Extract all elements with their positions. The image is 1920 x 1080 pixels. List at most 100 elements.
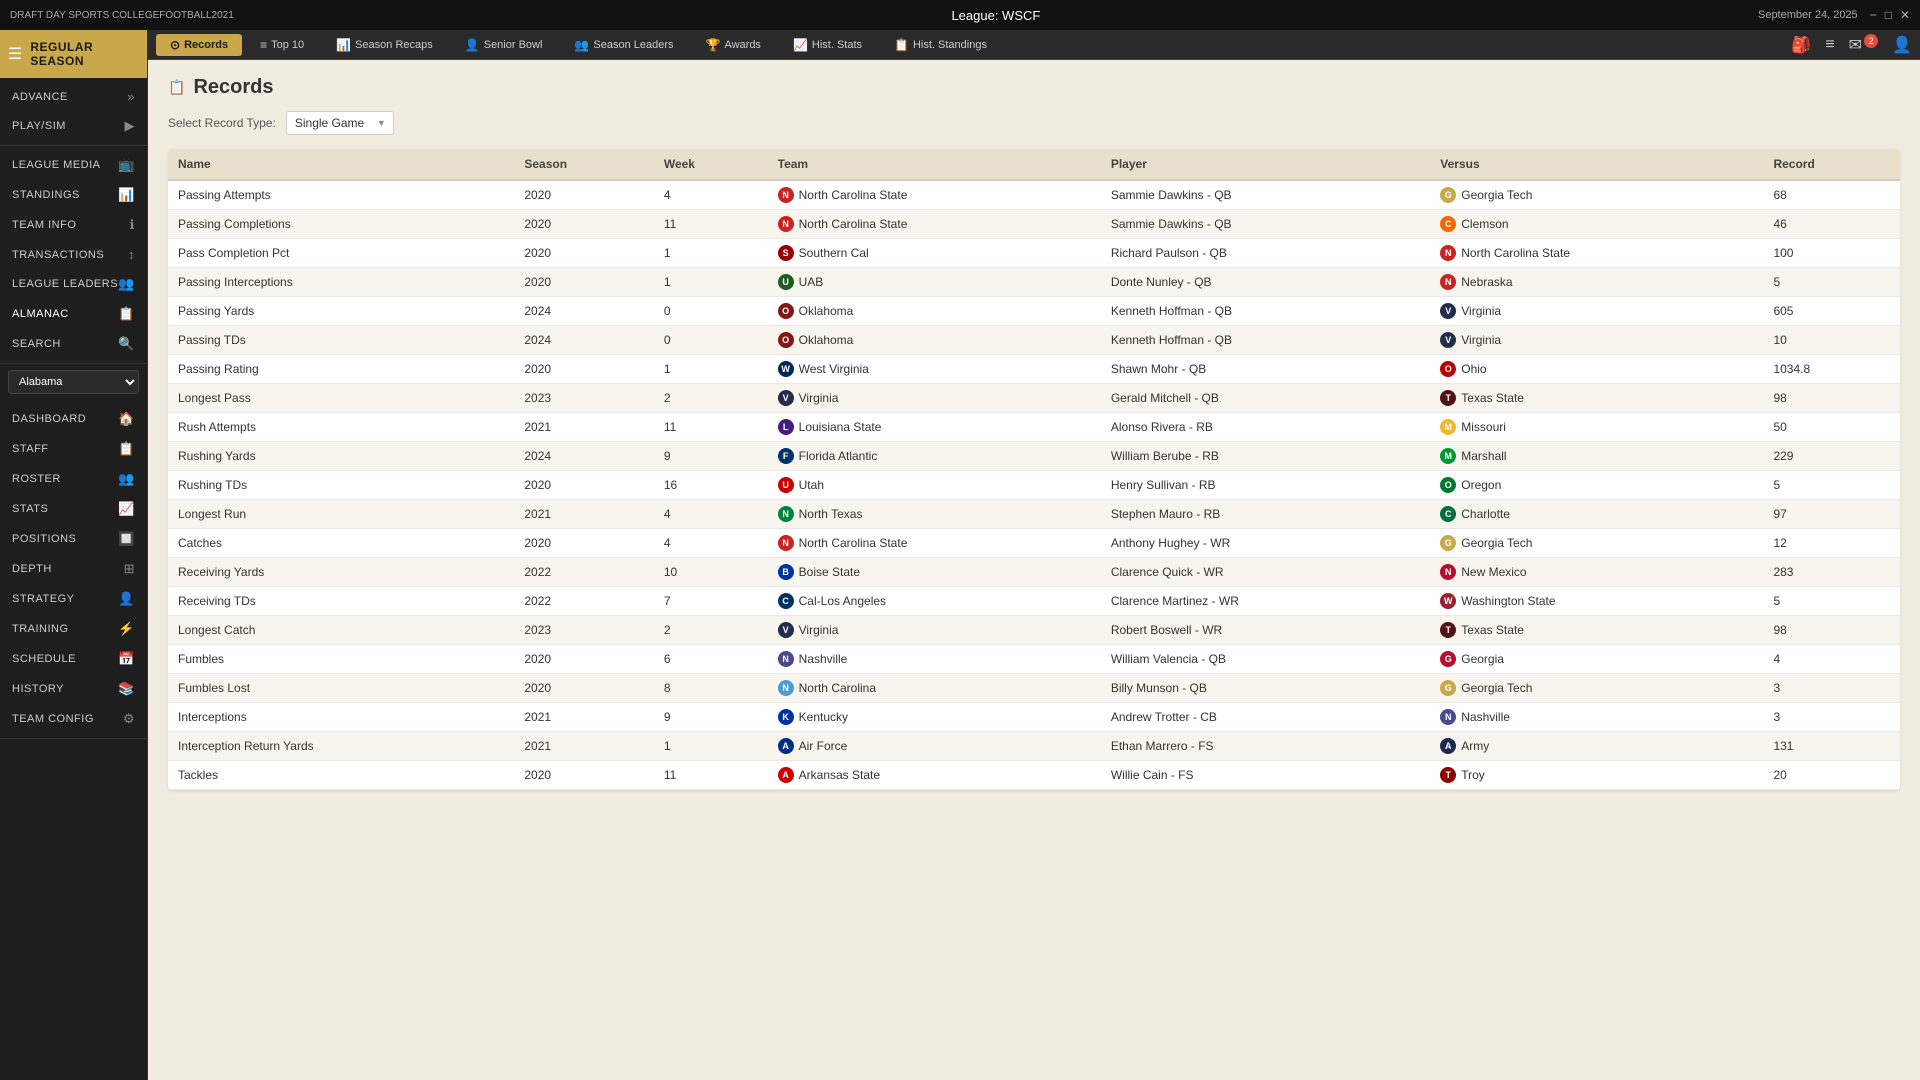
- cell-record: 98: [1763, 384, 1900, 413]
- table-row[interactable]: Longest Run 2021 4 N North Texas Stephen…: [168, 500, 1900, 529]
- table-row[interactable]: Fumbles 2020 6 N Nashville William Valen…: [168, 645, 1900, 674]
- sidebar-item-leagueleaders[interactable]: LEAGUE LEADERS 👥: [0, 269, 147, 299]
- schedule-label: SCHEDULE: [12, 653, 76, 665]
- versus-logo-icon: N: [1440, 709, 1456, 725]
- sidebar-item-leaguemedia[interactable]: LEAGUE MEDIA 📺: [0, 150, 147, 180]
- sidebar-item-teamconfig[interactable]: TEAM CONFIG ⚙: [0, 704, 147, 734]
- leaguemedia-label: LEAGUE MEDIA: [12, 159, 101, 171]
- tab-top10[interactable]: ≡ Top 10: [246, 34, 318, 56]
- standings-icon: 📊: [118, 187, 135, 203]
- maximize-button[interactable]: □: [1885, 8, 1892, 22]
- sidebar-item-roster[interactable]: ROSTER 👥: [0, 464, 147, 494]
- cell-player: William Valencia - QB: [1101, 645, 1430, 674]
- table-row[interactable]: Receiving Yards 2022 10 B Boise State Cl…: [168, 558, 1900, 587]
- versus-logo-icon: V: [1440, 303, 1456, 319]
- staff-label: STAFF: [12, 443, 49, 455]
- team-logo-icon: V: [778, 622, 794, 638]
- cell-team: V Virginia: [768, 384, 1101, 413]
- table-row[interactable]: Passing Interceptions 2020 1 U UAB Donte…: [168, 268, 1900, 297]
- seniorbowl-tab-icon: 👤: [465, 38, 480, 52]
- tab-records[interactable]: ⊙ Records: [156, 34, 242, 56]
- cell-week: 1: [654, 355, 768, 384]
- sidebar-header[interactable]: ☰ REGULAR SEASON: [0, 30, 147, 78]
- tab-hist-standings[interactable]: 📋 Hist. Standings: [880, 34, 1001, 56]
- record-type-select[interactable]: Single Game Season Career: [286, 111, 394, 135]
- tab-hist-stats[interactable]: 📈 Hist. Stats: [779, 34, 876, 56]
- table-row[interactable]: Passing Completions 2020 11 N North Caro…: [168, 210, 1900, 239]
- sidebar-item-strategy[interactable]: STRATEGY 👤: [0, 584, 147, 614]
- table-row[interactable]: Receiving TDs 2022 7 C Cal-Los Angeles C…: [168, 587, 1900, 616]
- sidebar-item-depth[interactable]: DEPTH ⊞: [0, 554, 147, 584]
- sidebar-item-schedule[interactable]: SCHEDULE 📅: [0, 644, 147, 674]
- sidebar-item-advance[interactable]: ADVANCE »: [0, 82, 147, 111]
- table-row[interactable]: Rushing TDs 2020 16 U Utah Henry Sulliva…: [168, 471, 1900, 500]
- team-logo-icon: O: [778, 303, 794, 319]
- leaders-tab-label: Season Leaders: [593, 39, 673, 51]
- briefcase-icon[interactable]: 🎒: [1791, 35, 1811, 55]
- versus-name: Georgia Tech: [1461, 188, 1532, 202]
- sidebar-item-staff[interactable]: STAFF 📋: [0, 434, 147, 464]
- versus-name: Nebraska: [1461, 275, 1512, 289]
- table-row[interactable]: Passing Rating 2020 1 W West Virginia Sh…: [168, 355, 1900, 384]
- table-row[interactable]: Longest Catch 2023 2 V Virginia Robert B…: [168, 616, 1900, 645]
- cell-week: 2: [654, 616, 768, 645]
- table-row[interactable]: Rush Attempts 2021 11 L Louisiana State …: [168, 413, 1900, 442]
- table-row[interactable]: Interception Return Yards 2021 1 A Air F…: [168, 732, 1900, 761]
- tab-season-recaps[interactable]: 📊 Season Recaps: [322, 34, 447, 56]
- table-row[interactable]: Longest Pass 2023 2 V Virginia Gerald Mi…: [168, 384, 1900, 413]
- list-icon[interactable]: ≡: [1825, 36, 1834, 54]
- teamconfig-label: TEAM CONFIG: [12, 713, 94, 725]
- playsim-icon: ▶: [125, 118, 136, 134]
- table-row[interactable]: Fumbles Lost 2020 8 N North Carolina Bil…: [168, 674, 1900, 703]
- record-type-row: Select Record Type: Single Game Season C…: [168, 111, 1900, 135]
- table-row[interactable]: Rushing Yards 2024 9 F Florida Atlantic …: [168, 442, 1900, 471]
- cell-name: Interception Return Yards: [168, 732, 514, 761]
- tab-senior-bowl[interactable]: 👤 Senior Bowl: [451, 34, 557, 56]
- sidebar-item-search[interactable]: SEARCH 🔍: [0, 329, 147, 359]
- cell-record: 3: [1763, 674, 1900, 703]
- cell-week: 11: [654, 413, 768, 442]
- sidebar-item-playsim[interactable]: PLAY/SIM ▶: [0, 111, 147, 141]
- cell-record: 50: [1763, 413, 1900, 442]
- sidebar-item-standings[interactable]: STANDINGS 📊: [0, 180, 147, 210]
- table-row[interactable]: Catches 2020 4 N North Carolina State An…: [168, 529, 1900, 558]
- table-row[interactable]: Passing TDs 2024 0 O Oklahoma Kenneth Ho…: [168, 326, 1900, 355]
- sidebar: ☰ REGULAR SEASON ADVANCE » PLAY/SIM ▶ LE…: [0, 30, 148, 1080]
- table-row[interactable]: Interceptions 2021 9 K Kentucky Andrew T…: [168, 703, 1900, 732]
- table-row[interactable]: Pass Completion Pct 2020 1 S Southern Ca…: [168, 239, 1900, 268]
- team-logo-icon: F: [778, 448, 794, 464]
- team-name: Oklahoma: [799, 304, 854, 318]
- cell-name: Tackles: [168, 761, 514, 790]
- user-icon[interactable]: 👤: [1892, 35, 1912, 55]
- table-row[interactable]: Passing Attempts 2020 4 N North Carolina…: [168, 180, 1900, 210]
- tab-awards[interactable]: 🏆 Awards: [692, 34, 775, 56]
- sidebar-item-dashboard[interactable]: DASHBOARD 🏠: [0, 404, 147, 434]
- cell-season: 2020: [514, 210, 654, 239]
- team-logo-icon: N: [778, 216, 794, 232]
- depth-label: DEPTH: [12, 563, 52, 575]
- team-logo-icon: O: [778, 332, 794, 348]
- mail-icon[interactable]: ✉: [1849, 35, 1862, 55]
- team-selector[interactable]: Alabama: [8, 370, 139, 394]
- table-row[interactable]: Tackles 2020 11 A Arkansas State Willie …: [168, 761, 1900, 790]
- strategy-label: STRATEGY: [12, 593, 74, 605]
- sidebar-item-teaminfo[interactable]: TEAM INFO ℹ: [0, 210, 147, 240]
- sidebar-item-training[interactable]: TRAINING ⚡: [0, 614, 147, 644]
- close-button[interactable]: ✕: [1900, 8, 1910, 22]
- tab-season-leaders[interactable]: 👥 Season Leaders: [560, 34, 687, 56]
- cell-name: Longest Catch: [168, 616, 514, 645]
- versus-logo-icon: M: [1440, 448, 1456, 464]
- sidebar-item-transactions[interactable]: TRANSACTIONS ↕: [0, 240, 147, 269]
- cell-name: Receiving TDs: [168, 587, 514, 616]
- team-name: UAB: [799, 275, 824, 289]
- minimize-button[interactable]: −: [1870, 8, 1877, 22]
- sidebar-item-almanac[interactable]: ALMANAC 📋: [0, 299, 147, 329]
- cell-record: 131: [1763, 732, 1900, 761]
- sidebar-item-positions[interactable]: POSITIONS 🔲: [0, 524, 147, 554]
- sidebar-item-history[interactable]: HISTORY 📚: [0, 674, 147, 704]
- almanac-label: ALMANAC: [12, 308, 69, 320]
- top-navigation: ⊙ Records ≡ Top 10 📊 Season Recaps 👤 Sen…: [148, 30, 1920, 60]
- table-row[interactable]: Passing Yards 2024 0 O Oklahoma Kenneth …: [168, 297, 1900, 326]
- history-label: HISTORY: [12, 683, 64, 695]
- sidebar-item-stats[interactable]: STATS 📈: [0, 494, 147, 524]
